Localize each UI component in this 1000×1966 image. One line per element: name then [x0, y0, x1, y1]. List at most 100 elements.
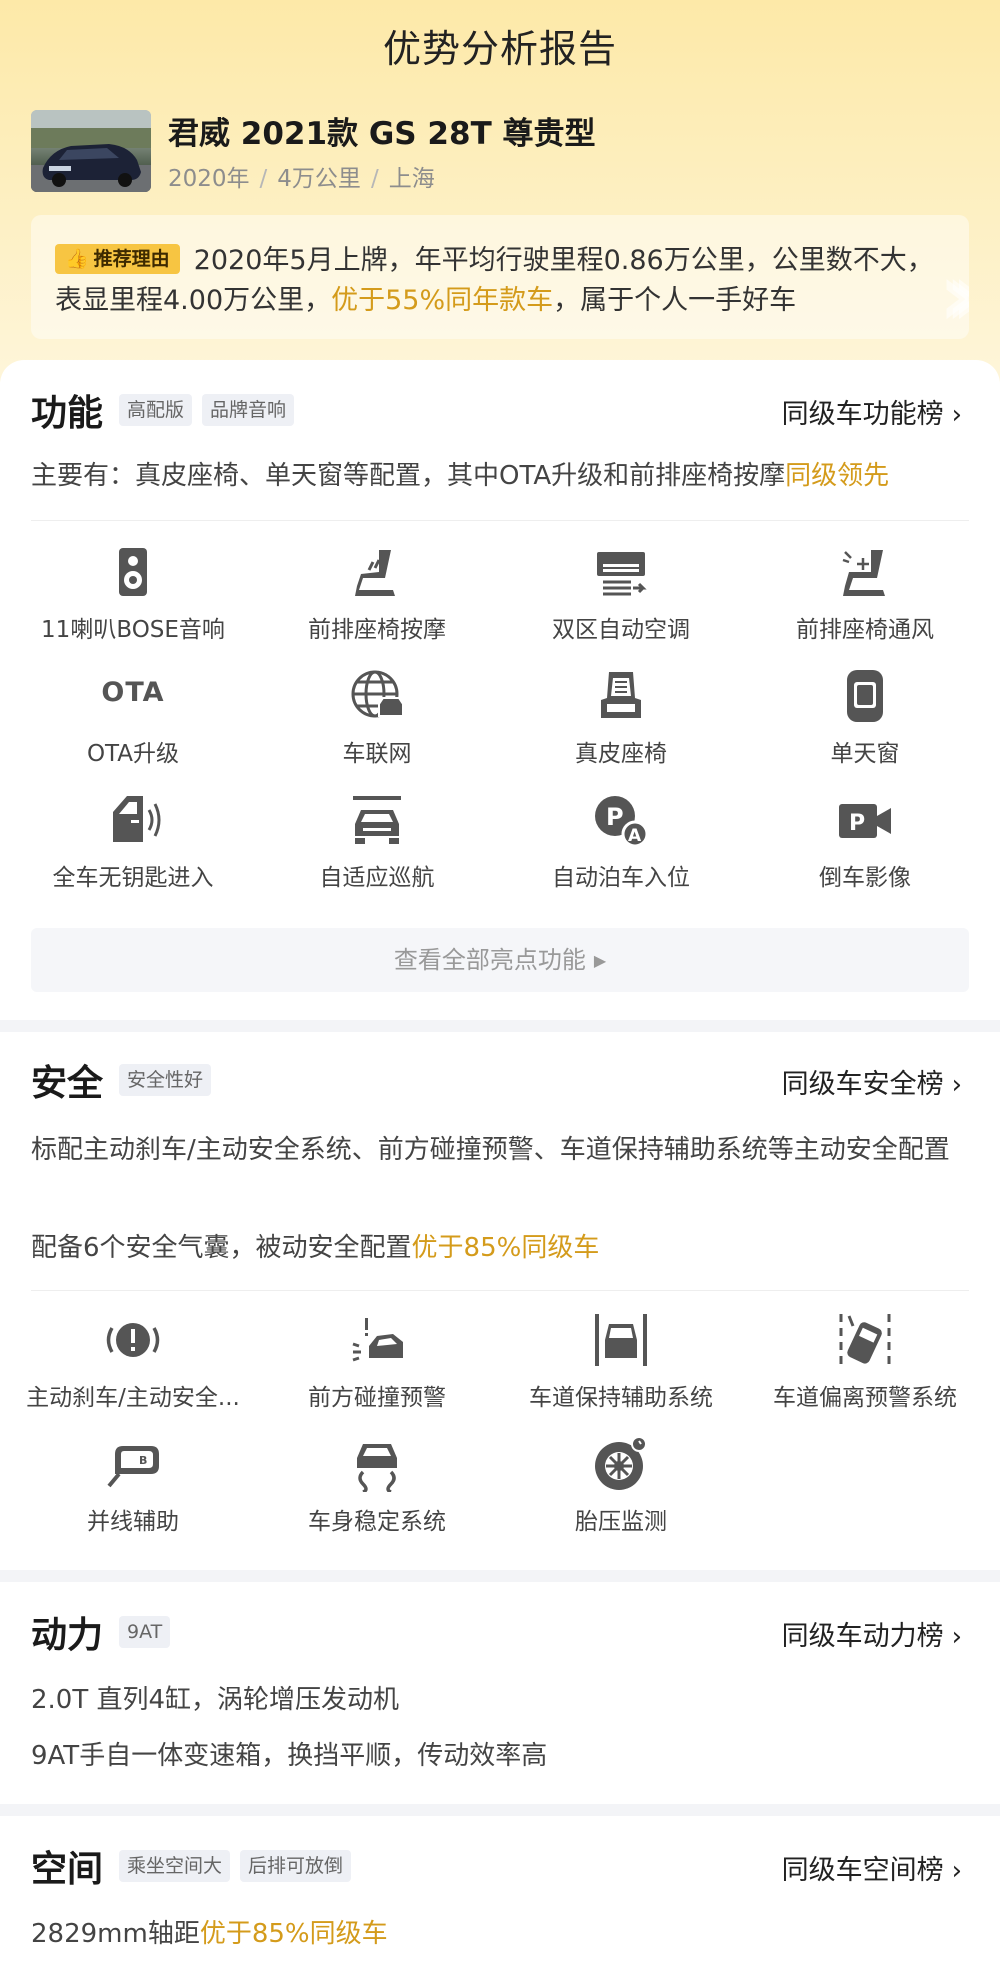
car-year: 2020年: [168, 166, 250, 192]
reason-text-end: ，属于个人一手好车: [553, 285, 797, 316]
power-section: 动力 9AT 同级车动力榜 › 2.0T 直列4缸，涡轮增压发动机 9AT手自一体…: [0, 1582, 1000, 1804]
lane-departure-icon: [839, 1314, 891, 1364]
safety-feature-grid: 主动刹车/主动安全... 前方碰撞预警 车道保持辅助系统 车道偏离预警系统 B …: [11, 1304, 987, 1552]
stability-control-icon: [357, 1444, 397, 1492]
rank-link-label: 同级车空间榜: [781, 1855, 944, 1886]
power-header: 动力 9AT: [31, 1608, 180, 1656]
function-section: 功能 高配版 品牌音响 同级车功能榜 › 主要有：真皮座椅、单天窗等配置，其中OT…: [0, 360, 1000, 1020]
safety-passive-text: 配备6个安全气囊，被动安全配置优于85%同级车: [31, 1228, 971, 1268]
car-city: 上海: [388, 166, 435, 192]
engine-text: 2.0T 直列4缸，涡轮增压发动机: [31, 1685, 400, 1715]
report-header: 优势分析报告 君威 2021款 GS 28T 尊贵型 2020年 / 4万公里 / 上海…: [0, 0, 1000, 400]
summary-highlight: 同级领先: [785, 461, 890, 491]
feature-item[interactable]: B 并线辅助: [11, 1428, 255, 1552]
power-rank-link[interactable]: 同级车动力榜 ›: [782, 1614, 962, 1653]
feature-label: 主动刹车/主动安全...: [26, 1385, 240, 1411]
svg-text:P: P: [606, 803, 624, 831]
recommend-reason-tag: 👍 推荐理由: [55, 244, 180, 274]
feature-chip: 后排可放倒: [240, 1850, 352, 1882]
space-rank-link[interactable]: 同级车空间榜 ›: [782, 1848, 962, 1887]
feature-item[interactable]: 前排座椅通风: [743, 536, 987, 660]
rank-link-label: 同级车动力榜: [781, 1621, 944, 1652]
feature-item[interactable]: 胎压监测: [499, 1428, 743, 1552]
svg-text:B: B: [139, 1454, 147, 1467]
section-title: 功能: [31, 393, 104, 434]
feature-item[interactable]: PA 自动泊车入位: [499, 784, 743, 908]
feature-label: 单天窗: [830, 741, 900, 767]
feature-item[interactable]: 双区自动空调: [499, 536, 743, 660]
car-mileage: 4万公里: [277, 166, 361, 192]
recommend-reason-box: ››› 👍 推荐理由 2020年5月上牌，年平均行驶里程0.86万公里，公里数不大，…: [31, 215, 969, 339]
feature-item[interactable]: 11喇叭BOSE音响: [11, 536, 255, 660]
car-meta: 2020年 / 4万公里 / 上海: [168, 159, 435, 193]
feature-item[interactable]: 单天窗: [743, 660, 987, 784]
feature-chip: 安全性好: [119, 1064, 212, 1096]
seat-ventilation-icon: [842, 550, 885, 596]
space-header: 空间 乘坐空间大 后排可放倒: [31, 1842, 361, 1890]
section-title: 空间: [31, 1849, 104, 1890]
feature-label: 车道保持辅助系统: [529, 1385, 713, 1411]
car-thumbnail[interactable]: [31, 110, 151, 192]
rank-link-label: 同级车安全榜: [781, 1069, 944, 1100]
feature-label: 双区自动空调: [552, 617, 690, 643]
connected-car-icon: [351, 670, 404, 718]
chevron-right-icon: ›: [951, 1622, 962, 1652]
safety-rank-link[interactable]: 同级车安全榜 ›: [782, 1062, 962, 1101]
feature-label: 车联网: [342, 741, 412, 767]
function-feature-grid: 11喇叭BOSE音响 前排座椅按摩 双区自动空调 前排座椅通风 OTA OTA升…: [11, 536, 987, 908]
feature-label: 前方碰撞预警: [308, 1385, 446, 1411]
chevron-right-icon: ›: [951, 1856, 962, 1886]
keyless-entry-icon: [113, 796, 161, 842]
feature-label: 前排座椅按摩: [308, 617, 446, 643]
feature-label: 11喇叭BOSE音响: [41, 617, 225, 643]
reason-highlight: 优于55%同年款车: [331, 285, 554, 316]
space-section: 空间 乘坐空间大 后排可放倒 同级车空间榜 › 2829mm轴距优于85%同级车: [0, 1816, 1000, 1966]
reason-tag-label: 推荐理由: [93, 248, 170, 270]
feature-item[interactable]: 自适应巡航: [255, 784, 499, 908]
meta-separator: /: [259, 166, 268, 192]
ota-icon: OTA: [101, 676, 165, 708]
sunroof-icon: [847, 670, 883, 722]
transmission-text: 9AT手自一体变速箱，换挡平顺，传动效率高: [31, 1741, 548, 1771]
feature-chip: 9AT: [119, 1616, 171, 1648]
triangle-right-icon: ▶: [593, 951, 607, 970]
feature-item[interactable]: 前排座椅按摩: [255, 536, 499, 660]
tire-pressure-icon: [595, 1436, 647, 1490]
feature-item[interactable]: 车道偏离预警系统: [743, 1304, 987, 1428]
svg-text:A: A: [628, 826, 642, 846]
divider: [31, 1290, 969, 1291]
feature-label: 倒车影像: [819, 865, 911, 891]
feature-item[interactable]: 车联网: [255, 660, 499, 784]
feature-label: 车身稳定系统: [308, 1509, 446, 1535]
blind-spot-icon: B: [107, 1446, 159, 1488]
section-title: 安全: [31, 1063, 104, 1104]
chevron-right-icon: ›: [951, 400, 962, 430]
collision-warning-icon: [352, 1318, 403, 1362]
section-title: 动力: [31, 1615, 104, 1656]
feature-item[interactable]: 全车无钥匙进入: [11, 784, 255, 908]
lane-keeping-icon: [595, 1314, 647, 1366]
feature-item[interactable]: 真皮座椅: [499, 660, 743, 784]
safety-section: 安全 安全性好 同级车安全榜 › 标配主动刹车/主动安全系统、前方碰撞预警、车道保…: [0, 1032, 1000, 1570]
passive-highlight: 优于85%同级车: [411, 1233, 600, 1263]
view-all-features-button[interactable]: 查看全部亮点功能 ▶: [31, 928, 969, 992]
air-conditioner-icon: [597, 552, 647, 596]
feature-item[interactable]: 前方碰撞预警: [255, 1304, 499, 1428]
wheelbase-text: 2829mm轴距优于85%同级车: [31, 1914, 971, 1954]
function-header: 功能 高配版 品牌音响: [31, 386, 304, 434]
meta-separator: /: [370, 166, 379, 192]
feature-item[interactable]: 主动刹车/主动安全...: [11, 1304, 255, 1428]
function-rank-link[interactable]: 同级车功能榜 ›: [782, 392, 962, 431]
safety-active-text: 标配主动刹车/主动安全系统、前方碰撞预警、车道保持辅助系统等主动安全配置: [31, 1135, 950, 1165]
function-summary: 主要有：真皮座椅、单天窗等配置，其中OTA升级和前排座椅按摩同级领先: [31, 456, 971, 496]
chevron-right-icon: ›: [951, 1070, 962, 1100]
feature-item[interactable]: OTA OTA升级: [11, 660, 255, 784]
feature-label: 真皮座椅: [575, 741, 667, 767]
speaker-icon: [119, 548, 147, 596]
feature-item[interactable]: 车身稳定系统: [255, 1428, 499, 1552]
feature-item[interactable]: P 倒车影像: [743, 784, 987, 908]
leather-seat-icon: [601, 672, 641, 718]
page-title: 优势分析报告: [382, 27, 617, 71]
feature-label: OTA升级: [86, 741, 180, 767]
feature-item[interactable]: 车道保持辅助系统: [499, 1304, 743, 1428]
